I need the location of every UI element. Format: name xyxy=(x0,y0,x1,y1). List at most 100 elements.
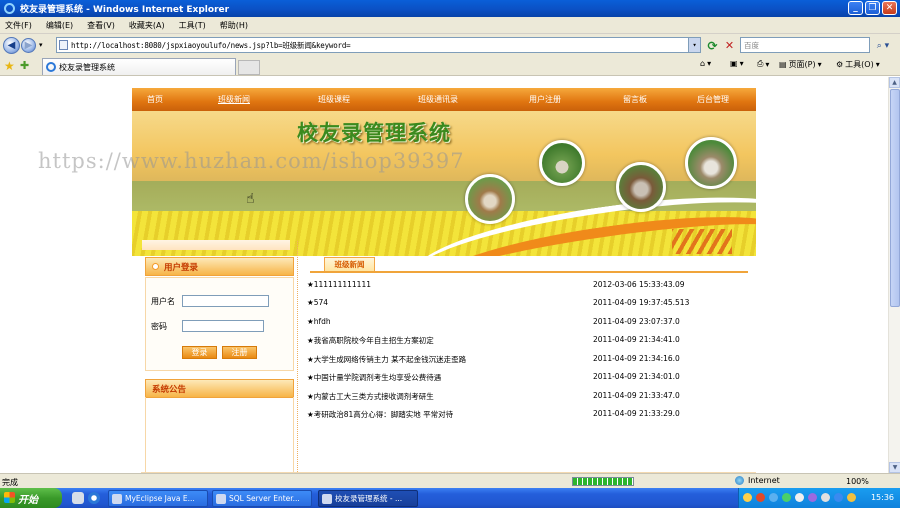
notice-box-header: 系统公告 xyxy=(145,379,294,398)
nav-home[interactable]: 首页 xyxy=(132,94,178,105)
register-button[interactable]: 注册 xyxy=(222,346,257,359)
menu-tools[interactable]: 工具(T) xyxy=(179,20,206,31)
vertical-scrollbar[interactable]: ▲ ▼ xyxy=(888,77,900,473)
ie-quicklaunch-icon[interactable] xyxy=(88,492,100,504)
refresh-icon[interactable]: ⟳ xyxy=(705,38,720,53)
scroll-down-icon[interactable]: ▼ xyxy=(889,462,900,473)
nav-guestbook[interactable]: 留言板 xyxy=(592,94,678,105)
security-zone[interactable]: Internet xyxy=(735,476,780,485)
news-item[interactable]: ★我省高职院校今年自主招生方案初定 2011-04-09 21:34:41.0 xyxy=(307,335,747,347)
news-date: 2011-04-09 21:34:16.0 xyxy=(593,354,680,363)
scroll-up-icon[interactable]: ▲ xyxy=(889,77,900,88)
tray-icon-4[interactable] xyxy=(782,493,791,502)
news-item[interactable]: ★中国计量学院调剂考生均享受公费待遇 2011-04-09 21:34:01.0 xyxy=(307,372,747,384)
task-ie[interactable]: 校友录管理系统 - ... xyxy=(318,490,418,507)
show-desktop-icon[interactable] xyxy=(72,492,84,504)
home-command[interactable]: ⌂ ▾ xyxy=(700,59,711,68)
news-title[interactable]: ★111111111111 xyxy=(307,280,371,289)
scroll-thumb[interactable] xyxy=(890,89,900,307)
tray-icon-7[interactable] xyxy=(821,493,830,502)
myeclipse-icon xyxy=(112,494,122,504)
task-myeclipse[interactable]: MyEclipse Java E... xyxy=(108,490,208,507)
tray-icon-5[interactable] xyxy=(795,493,804,502)
minimize-button[interactable]: _ xyxy=(848,1,863,15)
password-input[interactable] xyxy=(182,320,264,332)
address-input[interactable]: http://localhost:8080/jspxiaoyoulufo/new… xyxy=(56,37,701,53)
status-text: 完成 xyxy=(2,478,18,487)
menu-favorites[interactable]: 收藏夹(A) xyxy=(129,20,165,31)
tray-icon-1[interactable] xyxy=(743,493,752,502)
forward-button[interactable]: ▶ xyxy=(21,37,36,53)
page-command[interactable]: ▤ 页面(P) ▾ xyxy=(779,59,822,70)
menu-help[interactable]: 帮助(H) xyxy=(220,20,248,31)
nav-register[interactable]: 用户注册 xyxy=(498,94,592,105)
search-input[interactable]: 百度 xyxy=(740,37,870,53)
nav-class-directory[interactable]: 班级通讯录 xyxy=(378,94,498,105)
start-button[interactable]: 开始 xyxy=(0,488,62,508)
task-sqlserver[interactable]: SQL Server Enter... xyxy=(212,490,312,507)
news-date: 2011-04-09 21:34:01.0 xyxy=(593,372,680,381)
print-command[interactable]: ⎙ ▾ xyxy=(757,59,769,69)
nav-class-news[interactable]: 班级新闻 xyxy=(178,94,290,105)
banner-title: 校友录管理系统 xyxy=(297,120,451,145)
stop-icon[interactable]: ✕ xyxy=(722,38,737,53)
login-button[interactable]: 登录 xyxy=(182,346,217,359)
news-title[interactable]: ★574 xyxy=(307,298,328,307)
tools-command[interactable]: ⚙ 工具(O) ▾ xyxy=(836,59,880,70)
news-item[interactable]: ★111111111111 2012-03-06 15:33:43.09 xyxy=(307,280,747,292)
news-item[interactable]: ★内蒙古工大三类方式接收调剂考研生 2011-04-09 21:33:47.0 xyxy=(307,391,747,403)
window-titlebar[interactable]: 校友录管理系统 - Windows Internet Explorer _ ❐ … xyxy=(0,0,900,17)
favorites-star-icon[interactable]: ★ xyxy=(4,59,15,73)
nav-admin[interactable]: 后台管理 xyxy=(678,94,748,105)
add-favorite-icon[interactable]: ✚ xyxy=(20,59,29,72)
news-title[interactable]: ★内蒙古工大三类方式接收调剂考研生 xyxy=(307,391,434,402)
nav-class-courses[interactable]: 班级课程 xyxy=(290,94,378,105)
address-dropdown-icon[interactable]: ▾ xyxy=(688,38,700,52)
news-item[interactable]: ★大学生成网络传销主力 某不起金钱沉迷走歪路 2011-04-09 21:34:… xyxy=(307,354,747,366)
news-item[interactable]: ★hfdh 2011-04-09 23:07:37.0 xyxy=(307,317,747,329)
back-button[interactable]: ◀ xyxy=(3,36,20,54)
page-icon xyxy=(59,40,68,50)
tray-icon-2[interactable] xyxy=(756,493,765,502)
news-title[interactable]: ★考研政治81高分心得：脚踏实地 平常对待 xyxy=(307,409,453,420)
tray-icon-6[interactable] xyxy=(808,493,817,502)
task-label: 校友录管理系统 - ... xyxy=(335,494,403,503)
news-tab[interactable]: 班级新闻 xyxy=(324,257,375,271)
maximize-button[interactable]: ❐ xyxy=(865,1,880,15)
news-date: 2011-04-09 21:34:41.0 xyxy=(593,335,680,344)
banner-stripes xyxy=(672,229,732,254)
username-input[interactable] xyxy=(182,295,269,307)
sqlserver-icon xyxy=(216,494,226,504)
globe-icon xyxy=(735,476,744,485)
news-title[interactable]: ★大学生成网络传销主力 某不起金钱沉迷走歪路 xyxy=(307,354,466,365)
watermark-text: https://www.huzhan.com/ishop39397 xyxy=(38,149,465,173)
clock[interactable]: 15:36 xyxy=(871,493,894,502)
news-title[interactable]: ★我省高职院校今年自主招生方案初定 xyxy=(307,335,434,346)
search-icon[interactable]: ⌕ ▾ xyxy=(872,38,894,53)
news-date: 2011-04-09 21:33:29.0 xyxy=(593,409,680,418)
tray-icon-3[interactable] xyxy=(769,493,778,502)
address-toolbar: ◀ ▶ ▾ http://localhost:8080/jspxiaoyoulu… xyxy=(0,34,900,56)
ie-task-icon xyxy=(322,494,332,504)
menu-view[interactable]: 查看(V) xyxy=(87,20,115,31)
news-item[interactable]: ★考研政治81高分心得：脚踏实地 平常对待 2011-04-09 21:33:2… xyxy=(307,409,747,421)
history-dropdown-icon[interactable]: ▾ xyxy=(39,41,43,49)
site-nav: 首页 班级新闻 班级课程 班级通讯录 用户注册 留言板 后台管理 xyxy=(132,88,756,111)
close-button[interactable]: ✕ xyxy=(882,1,897,15)
feeds-command[interactable]: ▣ ▾ xyxy=(730,59,744,68)
tab-bar: ★ ✚ 校友录管理系统 ⌂ ▾ ▣ ▾ ⎙ ▾ ▤ 页面(P) ▾ ⚙ 工具(O) ▾ xyxy=(0,56,900,76)
new-tab-button[interactable] xyxy=(238,60,260,75)
site-banner: 校友录管理系统 xyxy=(132,111,756,256)
news-title[interactable]: ★hfdh xyxy=(307,317,331,326)
tray-icon-8[interactable] xyxy=(834,493,843,502)
news-item[interactable]: ★574 2011-04-09 19:37:45.513 xyxy=(307,298,747,310)
menu-file[interactable]: 文件(F) xyxy=(5,20,32,31)
news-title[interactable]: ★中国计量学院调剂考生均享受公费待遇 xyxy=(307,372,441,383)
home-icon: ⌂ xyxy=(700,59,706,68)
news-date: 2011-04-09 19:37:45.513 xyxy=(593,298,690,307)
tab-current[interactable]: 校友录管理系统 xyxy=(42,58,236,75)
menu-edit[interactable]: 编辑(E) xyxy=(46,20,73,31)
banner-photo-4 xyxy=(465,174,515,224)
zoom-level[interactable]: 100% xyxy=(846,477,869,486)
tray-icon-9[interactable] xyxy=(847,493,856,502)
